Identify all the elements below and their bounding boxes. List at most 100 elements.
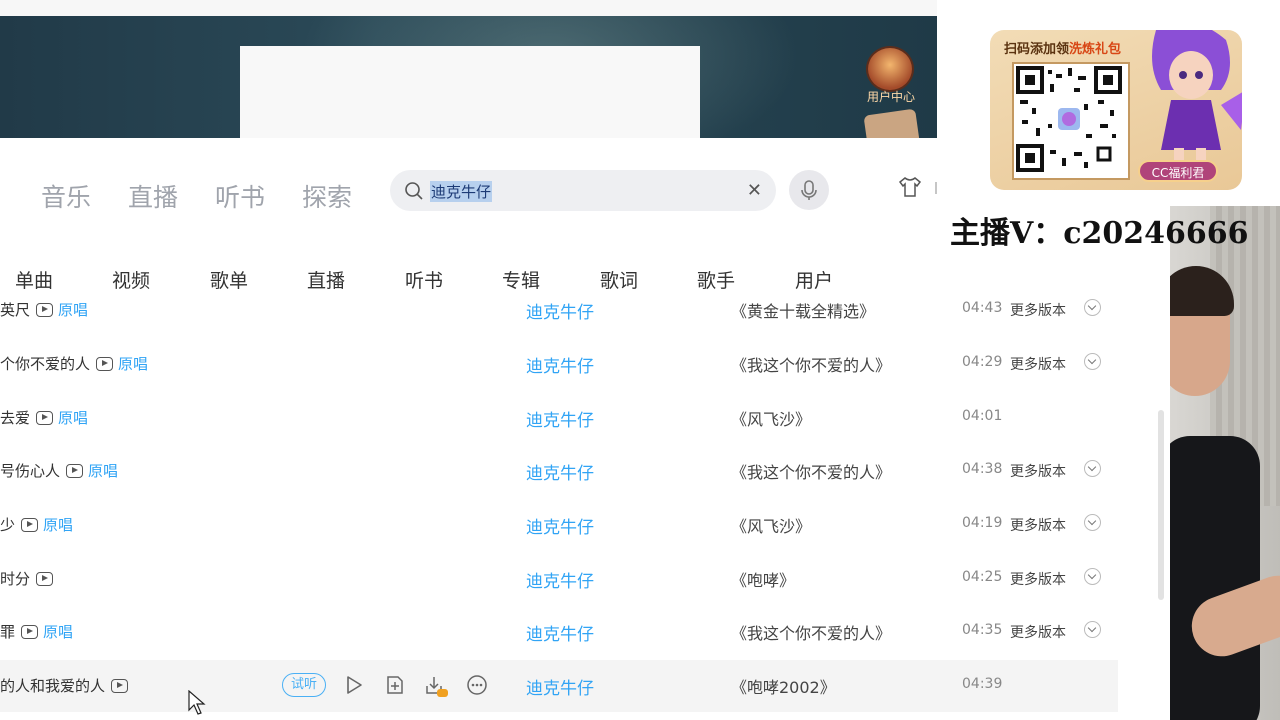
table-row[interactable]: 少原唱 迪克牛仔 《风飞沙》 04:19 更多版本 <box>0 499 1118 551</box>
gift-icon[interactable] <box>863 108 921 138</box>
original-tag[interactable]: 原唱 <box>58 301 88 319</box>
album-link[interactable]: 《我这个你不爱的人》 <box>731 620 891 644</box>
mv-icon[interactable] <box>36 572 54 586</box>
chevron-down-icon[interactable] <box>1084 460 1101 477</box>
mv-icon[interactable] <box>66 464 84 478</box>
promo-title: 扫码添加领洗炼礼包 <box>1004 42 1122 57</box>
album-link[interactable]: 《我这个你不爱的人》 <box>731 459 891 483</box>
original-tag[interactable]: 原唱 <box>118 355 148 373</box>
song-title[interactable]: 去爱 原唱 <box>0 407 88 428</box>
mv-icon[interactable] <box>21 625 39 639</box>
original-tag[interactable]: 原唱 <box>58 409 88 427</box>
mv-icon[interactable] <box>96 357 114 371</box>
artist-link[interactable]: 迪克牛仔 <box>526 406 594 431</box>
play-icon[interactable] <box>343 674 365 696</box>
song-title[interactable]: 号伤心人 原唱 <box>0 460 118 481</box>
album-link[interactable]: 《我这个你不爱的人》 <box>731 352 891 376</box>
banner: 用户中心 <box>0 16 937 138</box>
streamer-contact: 主播V：c20246666 <box>950 216 1249 251</box>
chevron-down-icon[interactable] <box>1084 514 1101 531</box>
mic-icon <box>801 180 817 200</box>
song-title[interactable]: 的人和我爱的人 <box>0 675 129 696</box>
nav-audiobook[interactable]: 听书 <box>215 178 265 214</box>
nav-live[interactable]: 直播 <box>128 178 178 214</box>
original-tag[interactable]: 原唱 <box>88 462 118 480</box>
nav-explore[interactable]: 探索 <box>302 178 352 214</box>
album-link[interactable]: 《咆哮》 <box>731 567 795 591</box>
duration: 04:29 <box>962 354 1003 370</box>
more-versions[interactable]: 更多版本 <box>1010 354 1066 374</box>
divider <box>935 182 937 194</box>
more-versions[interactable]: 更多版本 <box>1010 461 1066 481</box>
song-title[interactable]: 少原唱 <box>0 514 73 535</box>
qr-code <box>1012 62 1130 180</box>
table-row[interactable]: 英尺 原唱 迪克牛仔 《黄金十载全精选》 04:43 更多版本 <box>0 284 1118 336</box>
table-row[interactable]: 号伤心人 原唱 迪克牛仔 《我这个你不爱的人》 04:38 更多版本 <box>0 445 1118 497</box>
preview-button[interactable]: 试听 <box>282 673 326 697</box>
more-versions[interactable]: 更多版本 <box>1010 622 1066 642</box>
duration: 04:38 <box>962 461 1003 477</box>
artist-link[interactable]: 迪克牛仔 <box>526 620 594 645</box>
scrollbar[interactable] <box>1158 410 1164 600</box>
more-versions[interactable]: 更多版本 <box>1010 515 1066 535</box>
original-tag[interactable]: 原唱 <box>43 623 73 641</box>
search-icon <box>405 182 423 200</box>
nav-music[interactable]: 音乐 <box>41 178 91 214</box>
chevron-down-icon[interactable] <box>1084 299 1101 316</box>
duration: 04:01 <box>962 408 1003 424</box>
skin-icon[interactable] <box>898 176 922 198</box>
chevron-down-icon[interactable] <box>1084 621 1101 638</box>
artist-link[interactable]: 迪克牛仔 <box>526 567 594 592</box>
clear-icon[interactable]: ✕ <box>747 180 762 201</box>
more-versions[interactable]: 更多版本 <box>1010 569 1066 589</box>
banner-panel <box>240 46 700 138</box>
album-link[interactable]: 《黄金十载全精选》 <box>731 298 875 322</box>
table-row[interactable]: 时分 迪克牛仔 《咆哮》 04:25 更多版本 <box>0 553 1118 605</box>
song-title[interactable]: 英尺 原唱 <box>0 299 88 320</box>
mv-icon[interactable] <box>21 518 39 532</box>
original-tag[interactable]: 原唱 <box>43 516 73 534</box>
duration: 04:43 <box>962 300 1003 316</box>
more-options-icon[interactable] <box>466 674 488 696</box>
search-value[interactable]: 迪克牛仔 <box>430 181 493 202</box>
album-link[interactable]: 《咆哮2002》 <box>731 674 836 698</box>
mv-icon[interactable] <box>36 303 54 317</box>
artist-link[interactable]: 迪克牛仔 <box>526 298 594 323</box>
webcam-feed <box>1170 206 1280 720</box>
mv-icon[interactable] <box>36 411 54 425</box>
user-center-icon <box>866 46 914 92</box>
user-center-label: 用户中心 <box>866 90 915 104</box>
album-link[interactable]: 《风飞沙》 <box>731 513 811 537</box>
qr-code-image <box>1016 66 1122 172</box>
song-title[interactable]: 个你不爱的人 原唱 <box>0 353 148 374</box>
title-bar <box>0 0 937 16</box>
duration: 04:35 <box>962 622 1003 638</box>
table-row[interactable]: 个你不爱的人 原唱 迪克牛仔 《我这个你不爱的人》 04:29 更多版本 <box>0 338 1118 390</box>
more-versions[interactable]: 更多版本 <box>1010 300 1066 320</box>
voice-search-button[interactable] <box>789 170 829 210</box>
song-title[interactable]: 罪原唱 <box>0 621 73 642</box>
album-link[interactable]: 《风飞沙》 <box>731 406 811 430</box>
webcam-shirt <box>1170 436 1260 720</box>
chevron-down-icon[interactable] <box>1084 568 1101 585</box>
table-row-hovered[interactable]: 的人和我爱的人 试听 迪克牛仔 《咆哮2002》 04:39 <box>0 660 1118 712</box>
mv-icon[interactable] <box>111 679 129 693</box>
user-center-button[interactable]: 用户中心 <box>858 32 924 104</box>
chevron-down-icon[interactable] <box>1084 353 1101 370</box>
add-to-playlist-icon[interactable] <box>384 674 406 696</box>
artist-link[interactable]: 迪克牛仔 <box>526 352 594 377</box>
search-input[interactable]: 迪克牛仔 ✕ <box>390 170 776 211</box>
duration: 04:39 <box>962 676 1003 692</box>
duration: 04:25 <box>962 569 1003 585</box>
artist-link[interactable]: 迪克牛仔 <box>526 674 594 699</box>
table-row[interactable]: 去爱 原唱 迪克牛仔 《风飞沙》 04:01 <box>0 392 1118 444</box>
artist-link[interactable]: 迪克牛仔 <box>526 459 594 484</box>
duration: 04:19 <box>962 515 1003 531</box>
mouse-cursor-icon <box>188 690 206 715</box>
promo-card: 扫码添加领洗炼礼包 CC福利君 <box>990 30 1242 190</box>
download-icon[interactable] <box>424 674 448 698</box>
table-row[interactable]: 罪原唱 迪克牛仔 《我这个你不爱的人》 04:35 更多版本 <box>0 606 1118 658</box>
promo-badge: CC福利君 <box>1138 160 1218 182</box>
artist-link[interactable]: 迪克牛仔 <box>526 513 594 538</box>
song-title[interactable]: 时分 <box>0 568 54 589</box>
